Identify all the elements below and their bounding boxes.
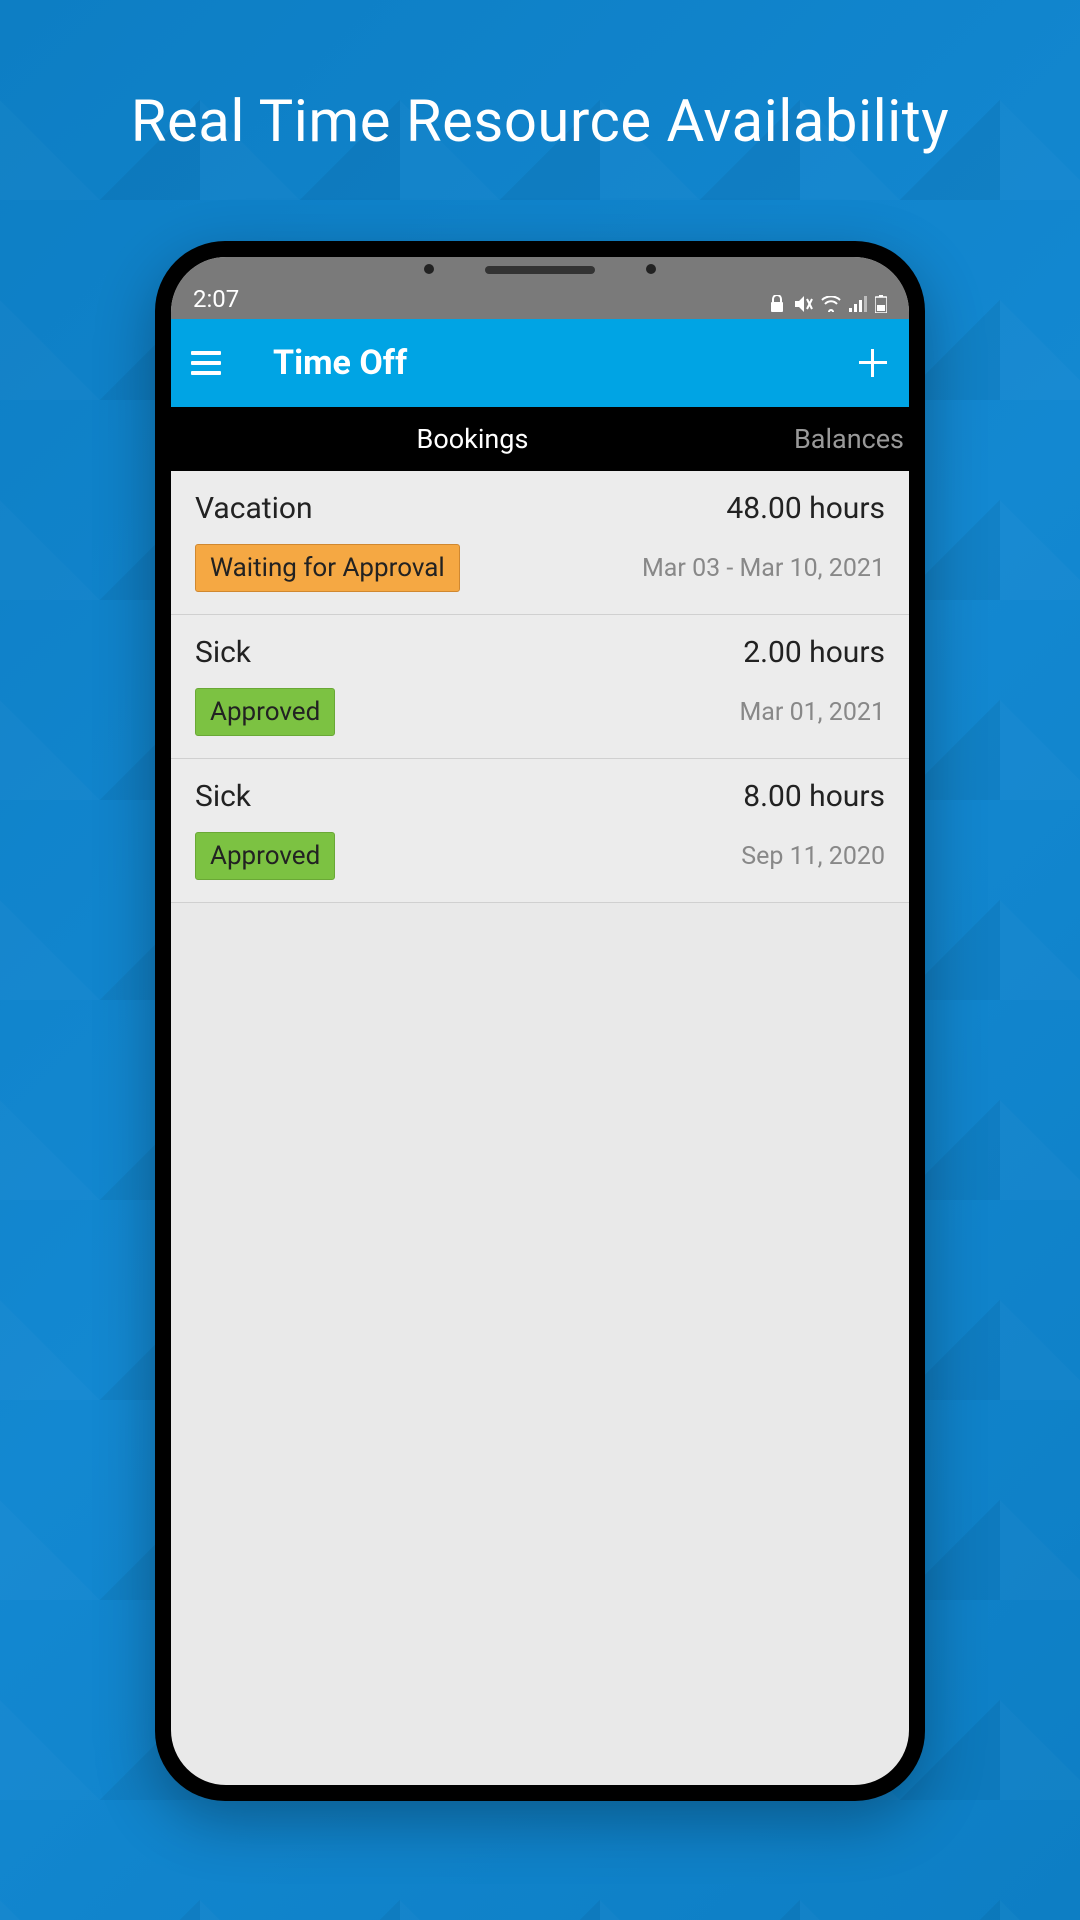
wifi-icon	[821, 296, 841, 312]
phone-frame: 2:07 Time Off Bookings Balances Va	[155, 241, 925, 1801]
status-badge: Approved	[195, 832, 335, 880]
booking-date: Sep 11, 2020	[741, 842, 885, 871]
battery-icon	[875, 295, 887, 313]
list-item[interactable]: Vacation 48.00 hours Waiting for Approva…	[171, 471, 909, 615]
booking-hours: 2.00 hours	[743, 635, 885, 670]
status-badge: Approved	[195, 688, 335, 736]
list-item[interactable]: Sick 2.00 hours Approved Mar 01, 2021	[171, 615, 909, 759]
app-header: Time Off	[171, 319, 909, 407]
status-badge: Waiting for Approval	[195, 544, 460, 592]
phone-speaker	[485, 266, 595, 274]
booking-type: Sick	[195, 779, 251, 814]
add-button[interactable]	[857, 347, 889, 379]
bookings-list: Vacation 48.00 hours Waiting for Approva…	[171, 471, 909, 903]
list-item[interactable]: Sick 8.00 hours Approved Sep 11, 2020	[171, 759, 909, 903]
tab-bar: Bookings Balances	[171, 407, 909, 471]
phone-screen: 2:07 Time Off Bookings Balances Va	[171, 257, 909, 1785]
phone-camera-left	[424, 264, 434, 274]
booking-type: Sick	[195, 635, 251, 670]
status-icons	[769, 295, 887, 313]
lock-icon	[769, 295, 785, 313]
phone-camera-right	[646, 264, 656, 274]
mute-icon	[793, 295, 813, 313]
tab-bookings[interactable]: Bookings	[171, 423, 774, 455]
page-title: Real Time Resource Availability	[131, 88, 949, 156]
status-time: 2:07	[193, 285, 239, 313]
booking-hours: 8.00 hours	[743, 779, 885, 814]
tab-balances[interactable]: Balances	[774, 423, 909, 455]
booking-hours: 48.00 hours	[726, 491, 885, 526]
signal-icon	[849, 296, 867, 312]
booking-type: Vacation	[195, 491, 313, 526]
menu-icon[interactable]	[191, 351, 221, 375]
booking-date: Mar 01, 2021	[739, 698, 885, 727]
header-title: Time Off	[273, 343, 857, 383]
booking-date: Mar 03 - Mar 10, 2021	[642, 554, 885, 583]
